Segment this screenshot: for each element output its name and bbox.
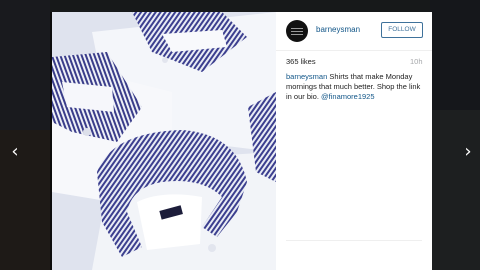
follow-button[interactable]: FOLLOW — [381, 22, 423, 38]
avatar-logo-icon[interactable] — [286, 20, 308, 42]
post-caption: barneysman Shirts that make Monday morni… — [286, 72, 424, 102]
comment-divider — [286, 240, 422, 241]
post-photo — [52, 12, 276, 270]
post-header: barneysman FOLLOW — [276, 12, 432, 51]
caption-username[interactable]: barneysman — [286, 72, 327, 81]
chevron-left-icon[interactable]: ‹ — [5, 140, 25, 164]
caption-mention[interactable]: @finamore1925 — [321, 92, 374, 101]
chevron-right-icon[interactable]: › — [458, 140, 478, 164]
post-time: 10h — [410, 57, 423, 66]
post-sidebar: barneysman FOLLOW 365 likes 10h barneysm… — [276, 12, 432, 270]
likes-count[interactable]: 365 likes — [286, 57, 316, 66]
post-modal: barneysman FOLLOW 365 likes 10h barneysm… — [52, 12, 432, 270]
post-username[interactable]: barneysman — [316, 25, 360, 34]
shirts-photo-illustration — [52, 12, 276, 270]
